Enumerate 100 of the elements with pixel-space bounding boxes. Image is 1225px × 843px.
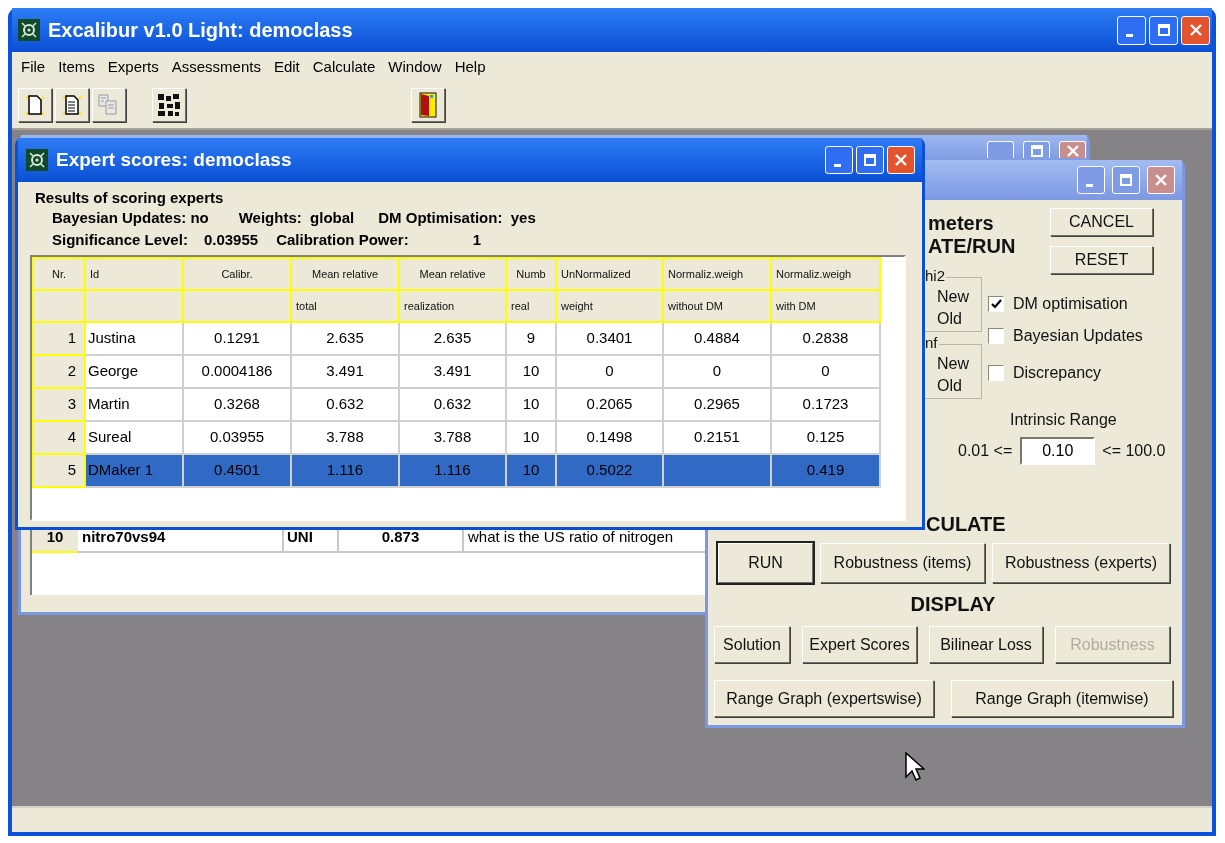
range-input[interactable]: 0.10 [1020,437,1096,465]
summary-text: Significance Level: [52,230,188,250]
close-icon [1189,24,1202,36]
toolbar-button[interactable] [55,88,89,122]
field-label: Intrinsic Range [1010,410,1118,430]
menu-item[interactable]: Edit [268,55,305,79]
column-header: UnNormalized [556,258,663,290]
column-header: Numb [506,258,556,290]
section-heading: DISPLAY [910,593,996,615]
minimize-button[interactable] [825,146,853,174]
range-label: <= 100.0 [1102,441,1166,461]
column-header: Calibr. [183,258,291,290]
maximize-button[interactable] [1023,141,1050,158]
action-button[interactable]: Robustness (items) [820,543,985,583]
toolbar-button[interactable] [411,88,445,122]
document-icon [62,94,82,116]
action-button[interactable]: Bilinear Loss [929,626,1043,663]
summary-text: Calibration Power: [276,230,409,250]
summary-text: 0.03955 [203,230,259,250]
action-button[interactable]: Range Graph (expertswise) [714,680,934,717]
menu-item[interactable]: Window [383,55,447,79]
summary-text: DM Optimisation: yes [378,208,536,228]
menu-item[interactable]: Assessments [166,55,266,79]
checkbox[interactable] [988,296,1004,312]
table-cell: 10 [506,454,556,487]
summary-text: Weights: global [238,208,355,228]
column-header: realization [399,290,506,322]
table-row[interactable]: 3 Martin 0.3268 0.632 0.632 10 0.2065 0.2965 0.1723 [33,388,880,421]
table-cell: 1.116 [399,454,506,487]
minimize-icon [1126,33,1133,37]
maximize-icon [864,154,876,166]
table-cell: 2 [33,355,85,388]
menu-item[interactable]: File [16,55,51,79]
close-icon [895,154,907,166]
maximize-icon [1157,24,1170,36]
close-icon [1155,174,1167,186]
table-cell: DMaker 1 [85,454,183,487]
section-heading: CULATE [926,513,1007,535]
menu-item[interactable]: Help [449,55,491,79]
dialog-button[interactable]: RESET [1050,246,1153,274]
window-title: Expert scores: democlass [56,147,293,172]
pattern-icon [156,92,182,118]
table-row[interactable]: 5 DMaker 1 0.4501 1.116 1.116 10 0.5022 0.419 [33,454,880,487]
column-header: without DM [663,290,771,322]
table-row[interactable]: 4 Sureal 0.03955 3.788 3.788 10 0.1498 0.2151 0.125 [33,421,880,454]
table-row[interactable]: 2 George 0.0004186 3.491 3.491 10 0 0 0 [33,355,880,388]
column-header: Normaliz.weigh [771,258,880,290]
minimize-icon [1085,183,1093,187]
table-cell: 0.419 [771,454,880,487]
option-label: New [937,287,970,307]
action-button[interactable]: Expert Scores [802,626,917,663]
option-label: Old [937,309,963,329]
action-button[interactable]: Range Graph (itemwise) [951,680,1173,717]
close-button[interactable] [1059,141,1086,158]
column-header: Nr. [33,258,85,290]
action-button[interactable]: Robustness (experts) [992,543,1170,583]
cursor-icon [905,752,925,782]
menu-item[interactable]: Items [53,55,100,79]
section-heading: Results of scoring experts [35,189,225,207]
toolbar-button[interactable] [152,88,186,122]
action-button[interactable]: RUN [718,543,813,583]
maximize-icon [1030,145,1043,157]
summary-text: 1 [472,230,481,250]
close-button[interactable] [887,146,915,174]
check-icon [990,299,1002,309]
door-icon [419,92,437,118]
action-button[interactable]: Solution [714,626,790,663]
menu-item[interactable]: Experts [102,55,164,79]
summary-text: Bayesian Updates: no [52,208,209,228]
close-button[interactable] [1181,15,1210,45]
maximize-button[interactable] [1112,166,1140,194]
column-header: Mean relative [291,258,399,290]
table-cell: 1 [33,322,85,355]
table-cell: 1.116 [291,454,399,487]
minimize-icon [833,163,841,167]
maximize-button[interactable] [856,146,884,174]
maximize-icon [1120,174,1132,186]
minimize-button[interactable] [1117,15,1146,45]
column-header: with DM [771,290,880,322]
close-icon [1066,145,1079,157]
table-cell: 4 [33,421,85,454]
maximize-button[interactable] [1149,15,1178,45]
toolbar-button[interactable] [18,88,52,122]
checkbox-label: Bayesian Updates [1013,326,1143,346]
dialog-button[interactable]: CANCEL [1050,208,1153,236]
option-label: Old [937,376,963,396]
minimize-button[interactable] [987,141,1014,158]
menu-item[interactable]: Calculate [307,55,381,79]
minimize-button[interactable] [1077,166,1105,194]
checkbox[interactable] [988,328,1004,344]
new-file-icon [25,94,45,116]
checkbox[interactable] [988,365,1004,381]
app-icon [26,149,48,171]
close-button[interactable] [1147,166,1175,194]
option-label: New [937,354,970,374]
heading-text: ATE/RUN [928,235,1017,258]
checkbox-label: DM optimisation [1013,294,1128,314]
table-row[interactable]: 1 Justina 0.1291 2.635 2.635 9 0.3401 0.4884 0.2838 [33,322,880,355]
window-title: Excalibur v1.0 Light: democlass [48,18,354,43]
table-cell: 0.4501 [183,454,291,487]
